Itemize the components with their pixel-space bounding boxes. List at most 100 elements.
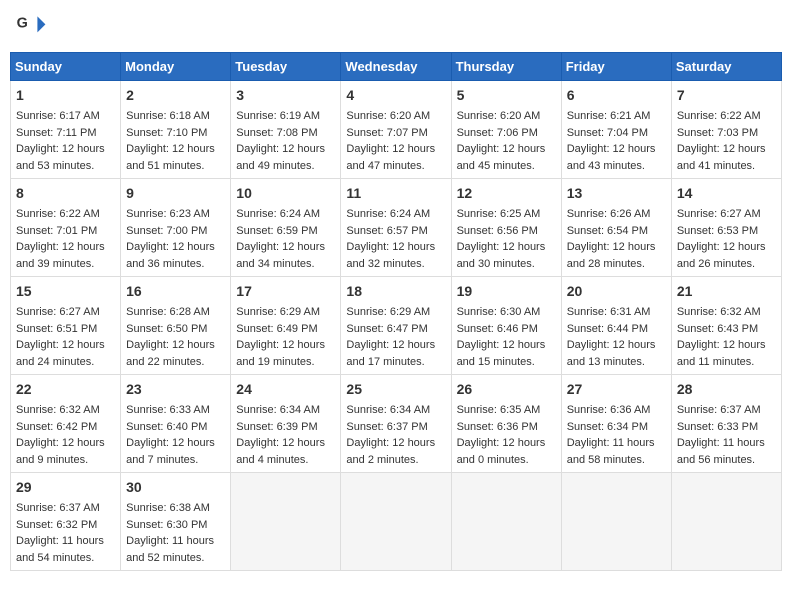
calendar-day-cell: 22Sunrise: 6:32 AMSunset: 6:42 PMDayligh…	[11, 375, 121, 473]
day-number: 23	[126, 379, 225, 400]
day-info-line: Sunset: 6:33 PM	[677, 419, 776, 436]
day-info-line: Sunset: 7:06 PM	[457, 125, 556, 142]
day-info-line: Sunrise: 6:37 AM	[677, 402, 776, 419]
day-info-line: and 43 minutes.	[567, 158, 666, 175]
day-info-line: Sunset: 6:46 PM	[457, 321, 556, 338]
day-info-line: Sunrise: 6:25 AM	[457, 206, 556, 223]
day-info-line: and 28 minutes.	[567, 256, 666, 273]
day-info-line: Sunset: 7:01 PM	[16, 223, 115, 240]
day-number: 24	[236, 379, 335, 400]
calendar-day-cell: 28Sunrise: 6:37 AMSunset: 6:33 PMDayligh…	[671, 375, 781, 473]
day-info-line: Sunrise: 6:35 AM	[457, 402, 556, 419]
day-info-line: Daylight: 12 hours	[567, 141, 666, 158]
calendar-day-cell: 12Sunrise: 6:25 AMSunset: 6:56 PMDayligh…	[451, 179, 561, 277]
day-info-line: Sunrise: 6:29 AM	[236, 304, 335, 321]
day-info-line: Daylight: 12 hours	[457, 239, 556, 256]
day-info-line: Sunset: 6:54 PM	[567, 223, 666, 240]
day-number: 7	[677, 85, 776, 106]
day-info-line: Daylight: 12 hours	[16, 435, 115, 452]
day-info-line: and 32 minutes.	[346, 256, 445, 273]
weekday-header: Sunday	[11, 53, 121, 81]
calendar-day-cell: 23Sunrise: 6:33 AMSunset: 6:40 PMDayligh…	[121, 375, 231, 473]
day-number: 27	[567, 379, 666, 400]
logo-icon: G	[15, 10, 47, 42]
day-info-line: Daylight: 11 hours	[126, 533, 225, 550]
weekday-header: Thursday	[451, 53, 561, 81]
day-info-line: Daylight: 12 hours	[236, 239, 335, 256]
day-info-line: Daylight: 12 hours	[346, 239, 445, 256]
day-info-line: Sunrise: 6:20 AM	[457, 108, 556, 125]
calendar-day-cell	[231, 473, 341, 571]
day-number: 3	[236, 85, 335, 106]
calendar-day-cell: 1Sunrise: 6:17 AMSunset: 7:11 PMDaylight…	[11, 81, 121, 179]
day-info-line: Sunset: 6:44 PM	[567, 321, 666, 338]
day-info-line: and 15 minutes.	[457, 354, 556, 371]
day-info-line: Sunset: 6:40 PM	[126, 419, 225, 436]
calendar-day-cell: 24Sunrise: 6:34 AMSunset: 6:39 PMDayligh…	[231, 375, 341, 473]
day-info-line: Sunrise: 6:36 AM	[567, 402, 666, 419]
calendar-day-cell	[561, 473, 671, 571]
day-info-line: Daylight: 12 hours	[567, 239, 666, 256]
day-info-line: Daylight: 12 hours	[236, 337, 335, 354]
calendar-week-row: 22Sunrise: 6:32 AMSunset: 6:42 PMDayligh…	[11, 375, 782, 473]
day-info-line: and 2 minutes.	[346, 452, 445, 469]
day-info-line: Sunset: 6:37 PM	[346, 419, 445, 436]
day-info-line: and 36 minutes.	[126, 256, 225, 273]
day-info-line: Daylight: 12 hours	[457, 435, 556, 452]
calendar-day-cell: 8Sunrise: 6:22 AMSunset: 7:01 PMDaylight…	[11, 179, 121, 277]
day-info-line: Sunset: 6:53 PM	[677, 223, 776, 240]
day-info-line: Daylight: 12 hours	[677, 239, 776, 256]
day-info-line: and 49 minutes.	[236, 158, 335, 175]
day-number: 19	[457, 281, 556, 302]
day-number: 30	[126, 477, 225, 498]
day-number: 29	[16, 477, 115, 498]
day-info-line: Daylight: 12 hours	[346, 435, 445, 452]
day-info-line: Sunset: 6:59 PM	[236, 223, 335, 240]
day-number: 2	[126, 85, 225, 106]
day-info-line: Sunset: 7:00 PM	[126, 223, 225, 240]
calendar-day-cell: 7Sunrise: 6:22 AMSunset: 7:03 PMDaylight…	[671, 81, 781, 179]
day-info-line: Sunrise: 6:33 AM	[126, 402, 225, 419]
weekday-header: Saturday	[671, 53, 781, 81]
calendar-day-cell: 10Sunrise: 6:24 AMSunset: 6:59 PMDayligh…	[231, 179, 341, 277]
day-info-line: Daylight: 11 hours	[567, 435, 666, 452]
calendar-week-row: 1Sunrise: 6:17 AMSunset: 7:11 PMDaylight…	[11, 81, 782, 179]
day-info-line: Daylight: 11 hours	[16, 533, 115, 550]
day-info-line: and 11 minutes.	[677, 354, 776, 371]
day-info-line: Sunset: 6:36 PM	[457, 419, 556, 436]
weekday-header: Wednesday	[341, 53, 451, 81]
calendar-day-cell: 5Sunrise: 6:20 AMSunset: 7:06 PMDaylight…	[451, 81, 561, 179]
day-info-line: and 53 minutes.	[16, 158, 115, 175]
day-info-line: Sunset: 6:47 PM	[346, 321, 445, 338]
day-info-line: Daylight: 12 hours	[126, 239, 225, 256]
day-info-line: and 22 minutes.	[126, 354, 225, 371]
day-info-line: Sunset: 6:32 PM	[16, 517, 115, 534]
calendar-day-cell: 21Sunrise: 6:32 AMSunset: 6:43 PMDayligh…	[671, 277, 781, 375]
day-info-line: Sunset: 6:50 PM	[126, 321, 225, 338]
day-info-line: Sunset: 7:11 PM	[16, 125, 115, 142]
calendar-day-cell: 3Sunrise: 6:19 AMSunset: 7:08 PMDaylight…	[231, 81, 341, 179]
day-info-line: Sunset: 7:03 PM	[677, 125, 776, 142]
calendar-day-cell: 13Sunrise: 6:26 AMSunset: 6:54 PMDayligh…	[561, 179, 671, 277]
day-info-line: and 30 minutes.	[457, 256, 556, 273]
day-info-line: Sunrise: 6:18 AM	[126, 108, 225, 125]
day-info-line: and 7 minutes.	[126, 452, 225, 469]
day-number: 6	[567, 85, 666, 106]
day-info-line: Daylight: 12 hours	[236, 141, 335, 158]
calendar-day-cell: 2Sunrise: 6:18 AMSunset: 7:10 PMDaylight…	[121, 81, 231, 179]
day-info-line: Sunset: 6:57 PM	[346, 223, 445, 240]
day-info-line: Daylight: 12 hours	[346, 337, 445, 354]
calendar-day-cell: 14Sunrise: 6:27 AMSunset: 6:53 PMDayligh…	[671, 179, 781, 277]
day-info-line: and 47 minutes.	[346, 158, 445, 175]
day-info-line: Sunrise: 6:32 AM	[16, 402, 115, 419]
day-number: 14	[677, 183, 776, 204]
calendar-day-cell: 20Sunrise: 6:31 AMSunset: 6:44 PMDayligh…	[561, 277, 671, 375]
day-number: 10	[236, 183, 335, 204]
day-number: 25	[346, 379, 445, 400]
calendar-day-cell: 18Sunrise: 6:29 AMSunset: 6:47 PMDayligh…	[341, 277, 451, 375]
page-header: G	[10, 10, 782, 42]
day-info-line: and 24 minutes.	[16, 354, 115, 371]
day-info-line: Daylight: 12 hours	[677, 337, 776, 354]
day-info-line: Sunrise: 6:29 AM	[346, 304, 445, 321]
calendar-day-cell: 19Sunrise: 6:30 AMSunset: 6:46 PMDayligh…	[451, 277, 561, 375]
